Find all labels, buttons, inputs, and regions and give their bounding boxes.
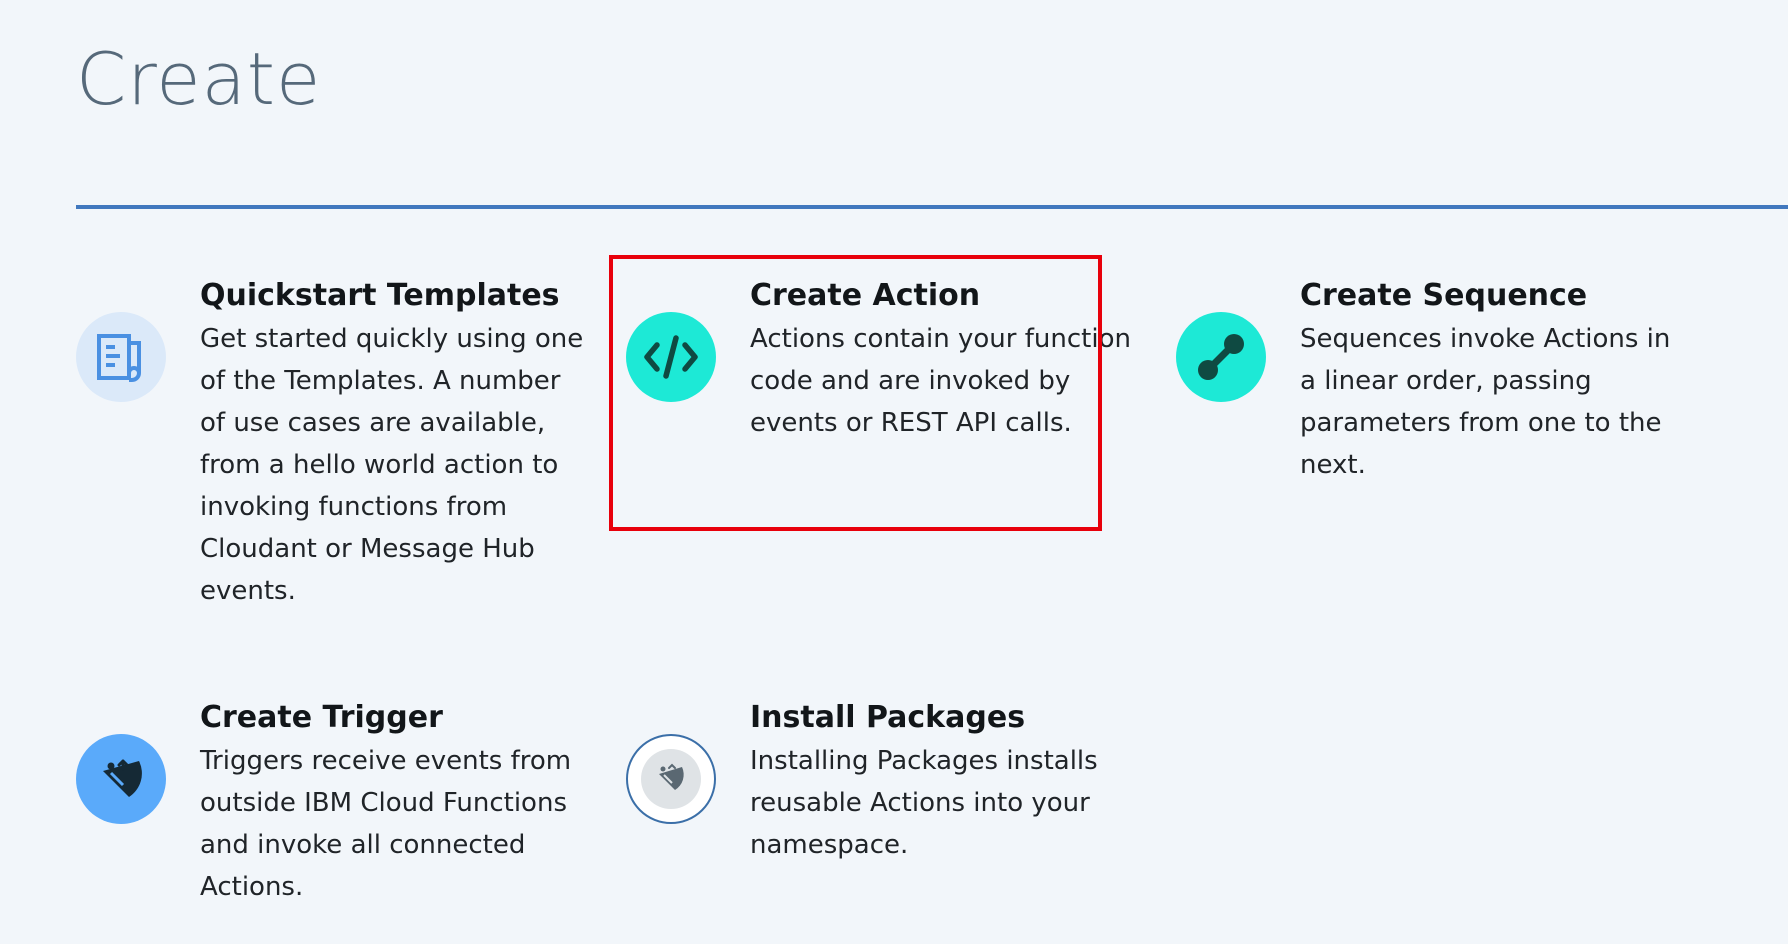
tile-title: Create Trigger <box>200 700 443 735</box>
package-dish-inner-circle <box>641 749 701 809</box>
tile-description: Triggers receive events from outside IBM… <box>200 746 572 902</box>
page-title: Create <box>76 37 322 121</box>
tile-description: Sequences invoke Actions in a linear ord… <box>1300 324 1671 480</box>
tile-title: Install Packages <box>750 700 1026 735</box>
connected-nodes-icon <box>1176 312 1266 402</box>
tile-description: Installing Packages installs reusable Ac… <box>750 746 1098 860</box>
tile-title: Quickstart Templates <box>200 278 560 313</box>
tile-description: Get started quickly using one of the Tem… <box>200 324 584 606</box>
selection-highlight-box <box>609 255 1102 531</box>
package-dish-icon <box>626 734 716 824</box>
title-divider <box>76 205 1788 209</box>
tile-title: Create Sequence <box>1300 278 1588 313</box>
satellite-dish-icon <box>76 734 166 824</box>
template-document-icon <box>76 312 166 402</box>
